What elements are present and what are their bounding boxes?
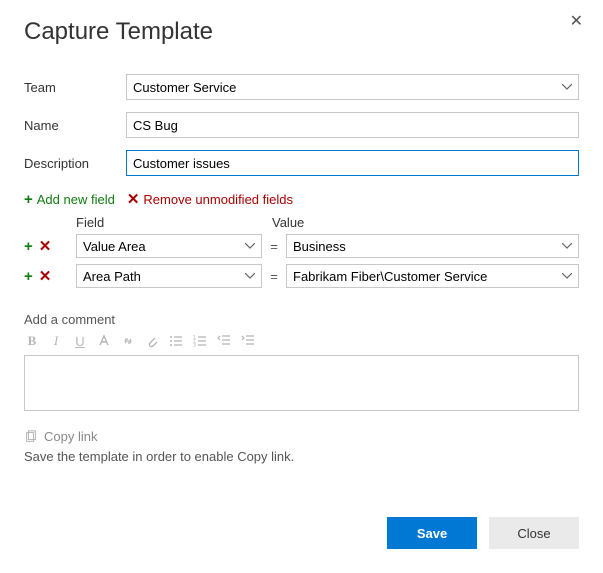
remove-row-icon[interactable]: ✕ [39,269,52,284]
description-input[interactable] [126,150,579,176]
row-controls: + ✕ [24,239,76,254]
bold-icon[interactable]: B [24,333,40,349]
add-row-icon[interactable]: + [24,269,33,284]
description-row: Description [24,150,579,176]
underline-icon[interactable]: U [72,333,88,349]
copy-link-hint: Save the template in order to enable Cop… [24,449,579,464]
outdent-icon[interactable] [216,333,232,349]
field-select[interactable]: Value Area [76,234,262,258]
header-value: Value [272,215,579,230]
name-row: Name [24,112,579,138]
comment-label: Add a comment [24,312,579,327]
add-new-field-link[interactable]: + Add new field [24,192,115,207]
team-select[interactable]: Customer Service [126,74,579,100]
plus-icon: + [24,192,33,207]
header-field: Field [76,215,272,230]
value-select[interactable]: Business [286,234,579,258]
remove-row-icon[interactable]: ✕ [39,239,52,254]
svg-text:3: 3 [193,343,196,349]
close-icon[interactable]: ✕ [570,14,583,30]
x-icon: ✕ [127,192,140,207]
field-actions: + Add new field ✕ Remove unmodified fiel… [24,192,579,207]
close-button[interactable]: Close [489,517,579,549]
numbered-list-icon[interactable]: 123 [192,333,208,349]
team-row: Team Customer Service [24,74,579,100]
remove-unmodified-link[interactable]: ✕ Remove unmodified fields [127,192,293,207]
field-row: + ✕ Value Area = Business [24,234,579,258]
copy-link-icon [24,430,38,444]
dialog-footer: Save Close [387,517,579,549]
field-row: + ✕ Area Path = Fabrikam Fiber\Customer … [24,264,579,288]
indent-icon[interactable] [240,333,256,349]
name-label: Name [24,118,126,133]
comment-editor[interactable] [24,355,579,411]
add-new-field-label: Add new field [37,192,115,207]
font-color-icon[interactable] [96,333,112,349]
add-row-icon[interactable]: + [24,239,33,254]
remove-unmodified-label: Remove unmodified fields [143,192,293,207]
description-label: Description [24,156,126,171]
save-button[interactable]: Save [387,517,477,549]
name-input[interactable] [126,112,579,138]
attachment-icon[interactable] [144,333,160,349]
italic-icon[interactable]: I [48,333,64,349]
copy-link-label: Copy link [44,429,97,444]
team-label: Team [24,80,126,95]
equals-sign: = [262,239,286,254]
dialog-title: Capture Template [24,18,579,46]
row-controls: + ✕ [24,269,76,284]
field-header: Field Value [76,215,579,230]
field-select[interactable]: Area Path [76,264,262,288]
bullet-list-icon[interactable] [168,333,184,349]
value-select[interactable]: Fabrikam Fiber\Customer Service [286,264,579,288]
equals-sign: = [262,269,286,284]
rich-text-toolbar: B I U 123 [24,331,579,353]
copy-link: Copy link [24,429,97,444]
link-icon[interactable] [120,333,136,349]
